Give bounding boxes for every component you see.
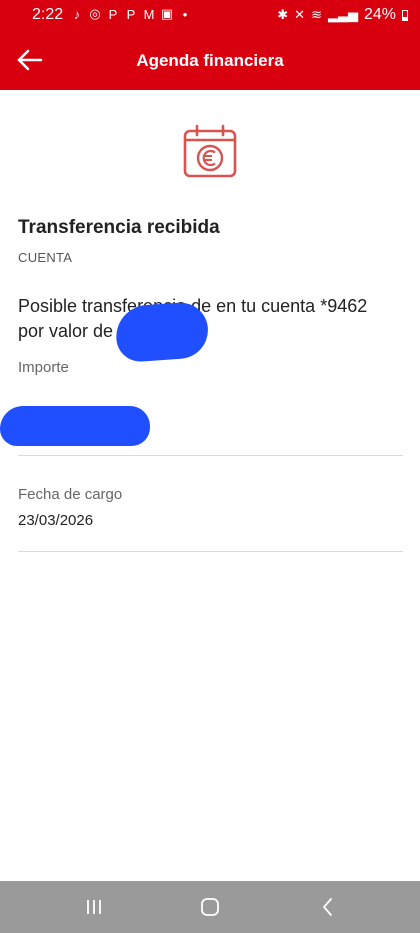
notification-icons: ♪ ◎ P P M ▣ •	[70, 6, 192, 22]
battery-level: 24%	[363, 6, 396, 23]
divider	[18, 455, 403, 456]
wifi-icon: ≋	[311, 7, 322, 22]
account-label: CUENTA	[18, 250, 73, 265]
status-time: 2:22	[32, 6, 64, 23]
system-nav-bar	[0, 881, 420, 933]
date-label: Fecha de cargo	[18, 486, 123, 503]
paypal-icon: P	[108, 6, 118, 22]
signal-icon: ▂▃▅	[327, 7, 358, 22]
transaction-description: Posible transferencia de en tu cuenta *9…	[18, 296, 368, 341]
paypal-icon: P	[126, 6, 136, 22]
dot-icon: •	[182, 6, 188, 22]
page-title: Agenda financiera	[136, 51, 284, 70]
battery-icon	[402, 9, 408, 21]
home-button[interactable]	[180, 881, 240, 933]
calendar-euro-icon	[183, 124, 237, 178]
nav-back-button[interactable]	[298, 881, 358, 933]
recents-button[interactable]	[64, 881, 124, 933]
bluetooth-icon: ✱	[277, 7, 289, 22]
gallery-icon: ▣	[160, 6, 174, 21]
redaction-mark	[0, 406, 150, 446]
home-icon	[201, 898, 219, 916]
recents-icon	[87, 900, 101, 914]
transaction-title: Transferencia recibida	[18, 217, 220, 238]
divider	[18, 551, 403, 552]
whatsapp-icon: ◎	[89, 6, 101, 21]
mute-icon: ✕	[294, 7, 306, 22]
gmail-icon: M	[143, 6, 155, 22]
tiktok-icon: ♪	[73, 6, 81, 22]
back-chevron-icon	[323, 898, 332, 916]
amount-label: Importe	[18, 359, 69, 376]
status-bar: 2:22 ♪ ◎ P P M ▣ • ✱ ✕ ≋ ▂▃▅ 24%	[0, 0, 420, 30]
redaction-mark	[114, 300, 210, 364]
app-bar: Agenda financiera	[0, 30, 420, 90]
date-value: 23/03/2026	[18, 512, 94, 529]
system-icons: ✱ ✕ ≋ ▂▃▅ 24%	[277, 6, 408, 24]
